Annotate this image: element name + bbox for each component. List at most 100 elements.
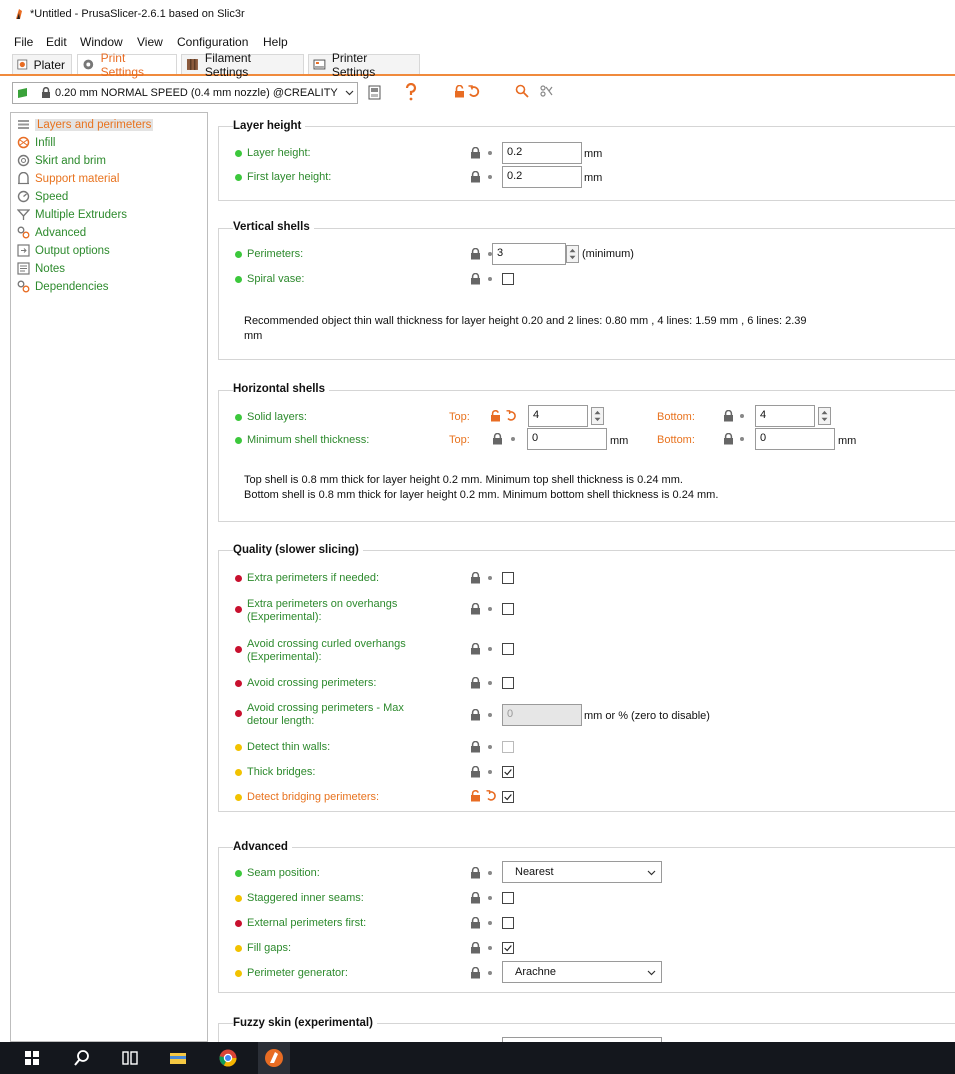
lock-icon[interactable] (470, 942, 481, 954)
lock-icon[interactable] (470, 867, 481, 879)
spiral-vase-checkbox[interactable] (502, 273, 514, 285)
menu-edit[interactable]: Edit (46, 35, 67, 49)
speed-gauge-icon (17, 190, 30, 203)
fill-gaps-checkbox[interactable] (502, 942, 514, 954)
detect-thin-walls-label: Detect thin walls: (235, 741, 330, 754)
lock-icon[interactable] (470, 917, 481, 929)
seam-position-dropdown[interactable]: Nearest (502, 861, 662, 883)
group-title-vertical-shells: Vertical shells (233, 221, 314, 233)
layer-height-input[interactable]: 0.2 (502, 142, 582, 164)
system-value-bullet (488, 871, 492, 875)
skirt-icon (17, 154, 30, 167)
system-value-bullet (488, 175, 492, 179)
detect-bridging-perimeters-checkbox[interactable] (502, 791, 514, 803)
lock-icon[interactable] (492, 433, 503, 445)
tab-filament-settings[interactable]: Filament Settings (181, 51, 304, 79)
thick-bridges-checkbox[interactable] (502, 766, 514, 778)
perimeter-generator-dropdown[interactable]: Arachne (502, 961, 662, 983)
staggered-inner-seams-checkbox[interactable] (502, 892, 514, 904)
menu-view[interactable]: View (137, 35, 163, 49)
mode-dot (235, 794, 242, 801)
prusaslicer-taskbar-slot[interactable] (258, 1042, 290, 1074)
extra-perimeters-checkbox[interactable] (502, 572, 514, 584)
system-value-bullet (488, 745, 492, 749)
lock-icon[interactable] (470, 709, 481, 721)
tab-printer-settings[interactable]: Printer Settings (308, 51, 420, 79)
min-shell-bottom-input[interactable]: 0 (755, 428, 835, 450)
spiral-vase-label: Spiral vase: (235, 273, 304, 286)
max-detour-length-input[interactable]: 0 (502, 704, 582, 726)
solid-layers-top-input[interactable]: 4 (528, 405, 588, 427)
sidebar-item-multiple-extruders[interactable]: Multiple Extruders (17, 206, 127, 223)
label-text: Thick bridges: (247, 766, 316, 778)
settings-page: Layer height Layer height: 0.2 mm First … (218, 112, 955, 1042)
unlocked-lock-icon[interactable] (490, 410, 501, 422)
sidebar-item-infill[interactable]: Infill (17, 134, 55, 151)
task-view-icon[interactable] (120, 1048, 140, 1068)
lock-icon[interactable] (470, 603, 481, 615)
menu-configuration[interactable]: Configuration (177, 35, 248, 49)
sidebar-item-dependencies[interactable]: Dependencies (17, 278, 109, 295)
compare-presets-icon[interactable] (540, 85, 554, 97)
save-preset-icon[interactable] (368, 85, 381, 100)
first-layer-height-input[interactable]: 0.2 (502, 166, 582, 188)
print-preset-dropdown[interactable]: 0.20 mm NORMAL SPEED (0.4 mm nozzle) @CR… (12, 82, 358, 104)
extra-perimeters-overhangs-checkbox[interactable] (502, 603, 514, 615)
detect-thin-walls-checkbox[interactable] (502, 741, 514, 753)
spin-arrows-icon[interactable] (818, 407, 831, 425)
undo-arrow-icon[interactable] (468, 85, 480, 98)
lock-icon[interactable] (723, 433, 734, 445)
solid-layers-bottom-input[interactable]: 4 (755, 405, 815, 427)
sidebar-item-layers-and-perimeters[interactable]: Layers and perimeters (17, 116, 154, 133)
lock-icon[interactable] (723, 410, 734, 422)
external-perimeters-first-checkbox[interactable] (502, 917, 514, 929)
undo-arrow-icon[interactable] (506, 410, 517, 422)
min-shell-top-input[interactable]: 0 (527, 428, 607, 450)
lock-icon[interactable] (470, 572, 481, 584)
mode-dot (235, 251, 242, 258)
sidebar-item-support-material[interactable]: Support material (17, 170, 119, 187)
menu-help[interactable]: Help (263, 35, 288, 49)
sidebar-item-output-options[interactable]: Output options (17, 242, 110, 259)
seam-position-value: Nearest (515, 866, 554, 878)
sidebar-item-skirt-and-brim[interactable]: Skirt and brim (17, 152, 106, 169)
chrome-icon[interactable] (218, 1048, 238, 1068)
lock-icon[interactable] (470, 273, 481, 285)
lock-icon[interactable] (470, 741, 481, 753)
lock-icon[interactable] (470, 171, 481, 183)
lock-icon[interactable] (470, 248, 481, 260)
file-explorer-icon[interactable] (168, 1048, 188, 1068)
perimeters-input[interactable]: 3 (492, 243, 566, 265)
search-icon[interactable] (515, 84, 529, 98)
windows-start-icon[interactable] (22, 1048, 42, 1068)
menu-file[interactable]: File (14, 35, 33, 49)
avoid-crossing-perimeters-checkbox[interactable] (502, 677, 514, 689)
lock-icon[interactable] (470, 892, 481, 904)
lock-icon[interactable] (470, 766, 481, 778)
avoid-curled-overhangs-checkbox[interactable] (502, 643, 514, 655)
search-icon[interactable] (72, 1048, 92, 1068)
tab-print-settings[interactable]: Print Settings (77, 51, 177, 79)
lock-icon[interactable] (470, 677, 481, 689)
avoid-crossing-perimeters-label: Avoid crossing perimeters: (235, 677, 376, 690)
sidebar-item-notes[interactable]: Notes (17, 260, 65, 277)
label-text: Extra perimeters on overhangs (Experiment… (247, 598, 397, 624)
help-question-icon[interactable] (405, 83, 417, 101)
unlocked-lock-icon[interactable] (454, 85, 465, 98)
spin-arrows-icon[interactable] (591, 407, 604, 425)
mode-dot (235, 970, 242, 977)
tab-plater[interactable]: Plater (12, 54, 72, 74)
spin-arrows-icon[interactable] (566, 245, 579, 263)
sidebar-item-advanced[interactable]: Advanced (17, 224, 86, 241)
sidebar-label: Support material (35, 172, 120, 185)
chevron-down-icon (647, 870, 656, 876)
label-text: External perimeters first: (247, 917, 367, 929)
lock-icon[interactable] (470, 147, 481, 159)
sidebar-item-speed[interactable]: Speed (17, 188, 68, 205)
lock-icon[interactable] (470, 643, 481, 655)
mode-dot (235, 606, 242, 613)
undo-arrow-icon[interactable] (486, 790, 497, 802)
menu-window[interactable]: Window (80, 35, 123, 49)
lock-icon[interactable] (470, 967, 481, 979)
unlocked-lock-icon[interactable] (470, 790, 481, 802)
